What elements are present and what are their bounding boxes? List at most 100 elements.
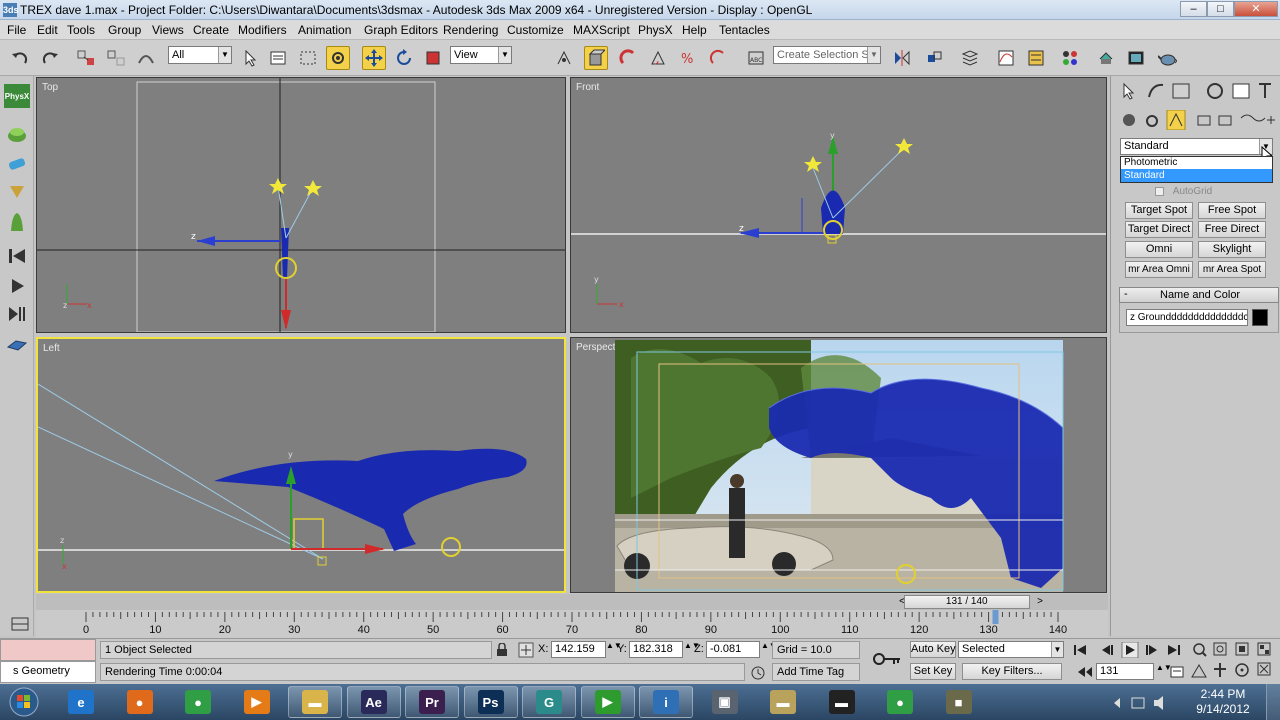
menu-modifiers[interactable]: Modifiers (238, 23, 287, 37)
select-and-scale-button[interactable] (421, 46, 445, 70)
menu-file[interactable]: File (7, 23, 26, 37)
menu-rendering[interactable]: Rendering (443, 23, 498, 37)
menu-maxscript[interactable]: MAXScript (573, 23, 630, 37)
taskbar-app[interactable]: G (522, 686, 576, 718)
menu-group[interactable]: Group (108, 23, 141, 37)
start-button[interactable] (4, 685, 44, 719)
curve-editor-button[interactable] (994, 46, 1018, 70)
close-button[interactable]: ✕ (1234, 1, 1278, 17)
mr-area-spot-button[interactable]: mr Area Spot (1198, 261, 1266, 278)
set-key-button[interactable]: Set Key (910, 663, 956, 680)
time-slider-thumb[interactable]: 131 / 140 (903, 595, 1030, 609)
angle-snap-button[interactable] (646, 46, 670, 70)
current-frame-marker[interactable] (992, 610, 999, 624)
menu-edit[interactable]: Edit (37, 23, 58, 37)
z-coordinate-field[interactable]: -0.081 (706, 641, 760, 658)
menu-create[interactable]: Create (193, 23, 229, 37)
auto-key-button[interactable]: Auto Key (910, 641, 956, 658)
taskbar-app[interactable]: Pr (405, 686, 459, 718)
undo-button[interactable] (8, 46, 32, 70)
menu-customize[interactable]: Customize (507, 23, 564, 37)
taskbar-app[interactable]: ■ (932, 686, 986, 718)
free-spot-button[interactable]: Free Spot (1198, 202, 1266, 219)
maximize-button[interactable]: □ (1207, 1, 1234, 17)
taskbar-app[interactable]: ▬ (815, 686, 869, 718)
window-crossing-button[interactable] (326, 46, 350, 70)
physx-button[interactable]: PhysX (4, 84, 30, 108)
layer-manager-button[interactable] (958, 46, 982, 70)
object-color-swatch[interactable] (1252, 309, 1268, 326)
viewport-left[interactable]: Left y z x (36, 337, 566, 593)
menu-animation[interactable]: Animation (298, 23, 351, 37)
time-config-icon[interactable] (1170, 665, 1184, 679)
select-by-name-button[interactable] (266, 46, 290, 70)
pivot-center-button[interactable] (552, 46, 576, 70)
taskbar-app[interactable]: ● (113, 686, 167, 718)
key-filters-button[interactable]: Key Filters... (962, 663, 1062, 680)
autogrid-checkbox[interactable]: AutoGrid (1155, 186, 1212, 197)
bind-space-warp-button[interactable] (134, 46, 158, 70)
target-spot-button[interactable]: Target Spot (1125, 202, 1193, 219)
ground-plane-button[interactable] (4, 332, 30, 356)
percent-snap-button[interactable]: % (676, 46, 700, 70)
taskbar-app[interactable]: e (54, 686, 108, 718)
clock[interactable]: 2:44 PM 9/14/2012 (1188, 687, 1258, 717)
step-simulation-button[interactable] (4, 302, 30, 326)
edit-named-selection-button[interactable]: ABC (744, 46, 768, 70)
unlink-button[interactable] (104, 46, 128, 70)
selection-filter-dropdown[interactable]: All ▼ (168, 46, 232, 64)
next-frame-button[interactable]: > (1034, 595, 1046, 609)
dropdown-option-standard[interactable]: Standard (1121, 169, 1272, 182)
add-time-tag-button[interactable]: Add Time Tag (772, 663, 860, 681)
viewport-front[interactable]: Front z y y x (570, 77, 1107, 333)
menu-views[interactable]: Views (152, 23, 184, 37)
absolute-mode-icon[interactable] (518, 642, 534, 658)
schematic-view-button[interactable] (1024, 46, 1048, 70)
track-bar[interactable]: 0 10 20 30 40 50 60 70 80 90 100 110 120 130 140 (11, 610, 1108, 638)
render-setup-button[interactable] (1094, 46, 1118, 70)
taskbar-app[interactable]: ▶ (230, 686, 284, 718)
go-to-start-button[interactable] (4, 244, 30, 268)
maxscript-listener-white[interactable]: s Geometry (0, 661, 96, 683)
current-frame-field[interactable]: 131 (1096, 663, 1154, 680)
menu-tentacles[interactable]: Tentacles (719, 23, 770, 37)
taskbar-app[interactable]: ▬ (288, 686, 342, 718)
category-dropdown[interactable]: Standard ▼ (1120, 138, 1273, 155)
viewport-top[interactable]: Top z z x (36, 77, 566, 333)
key-mode-toggle-icon[interactable] (1076, 665, 1094, 679)
align-button[interactable] (922, 46, 946, 70)
select-object-button[interactable] (238, 46, 262, 70)
mr-area-omni-button[interactable]: mr Area Omni (1125, 261, 1193, 278)
menu-graph-editors[interactable]: Graph Editors (364, 23, 438, 37)
select-and-link-button[interactable] (74, 46, 98, 70)
taskbar-app[interactable]: ● (873, 686, 927, 718)
cloth-button[interactable] (4, 152, 30, 176)
redo-button[interactable] (38, 46, 62, 70)
reference-coord-dropdown[interactable]: View ▼ (450, 46, 512, 64)
skylight-button[interactable]: Skylight (1198, 241, 1266, 258)
mirror-button[interactable] (890, 46, 914, 70)
key-mode-dropdown[interactable]: Selected ▼ (958, 641, 1064, 658)
material-editor-button[interactable] (1058, 46, 1082, 70)
taskbar-app[interactable]: ▬ (756, 686, 810, 718)
select-and-move-button[interactable] (362, 46, 386, 70)
target-direct-button[interactable]: Target Direct (1125, 221, 1193, 238)
maxscript-listener-pink[interactable] (0, 639, 96, 661)
rigid-body-button[interactable] (4, 122, 30, 146)
show-desktop-button[interactable] (1266, 684, 1280, 720)
rendered-frame-window-button[interactable] (1124, 46, 1148, 70)
free-direct-button[interactable]: Free Direct (1198, 221, 1266, 238)
rectangular-selection-button[interactable] (296, 46, 320, 70)
soft-body-button[interactable] (4, 210, 30, 234)
name-and-color-rollout-header[interactable]: - Name and Color (1119, 287, 1279, 303)
quick-render-button[interactable] (1156, 46, 1180, 70)
omni-button[interactable]: Omni (1125, 241, 1193, 258)
minimize-button[interactable]: – (1180, 1, 1207, 17)
menu-tools[interactable]: Tools (67, 23, 95, 37)
x-coordinate-field[interactable]: 142.159 (551, 641, 606, 658)
taskbar-app[interactable]: i (639, 686, 693, 718)
play-simulation-button[interactable] (4, 274, 30, 298)
object-name-field[interactable]: z Grounddddddddddddddc (1126, 309, 1248, 326)
set-key-icon[interactable] (872, 651, 902, 667)
taskbar-app[interactable]: ● (171, 686, 225, 718)
